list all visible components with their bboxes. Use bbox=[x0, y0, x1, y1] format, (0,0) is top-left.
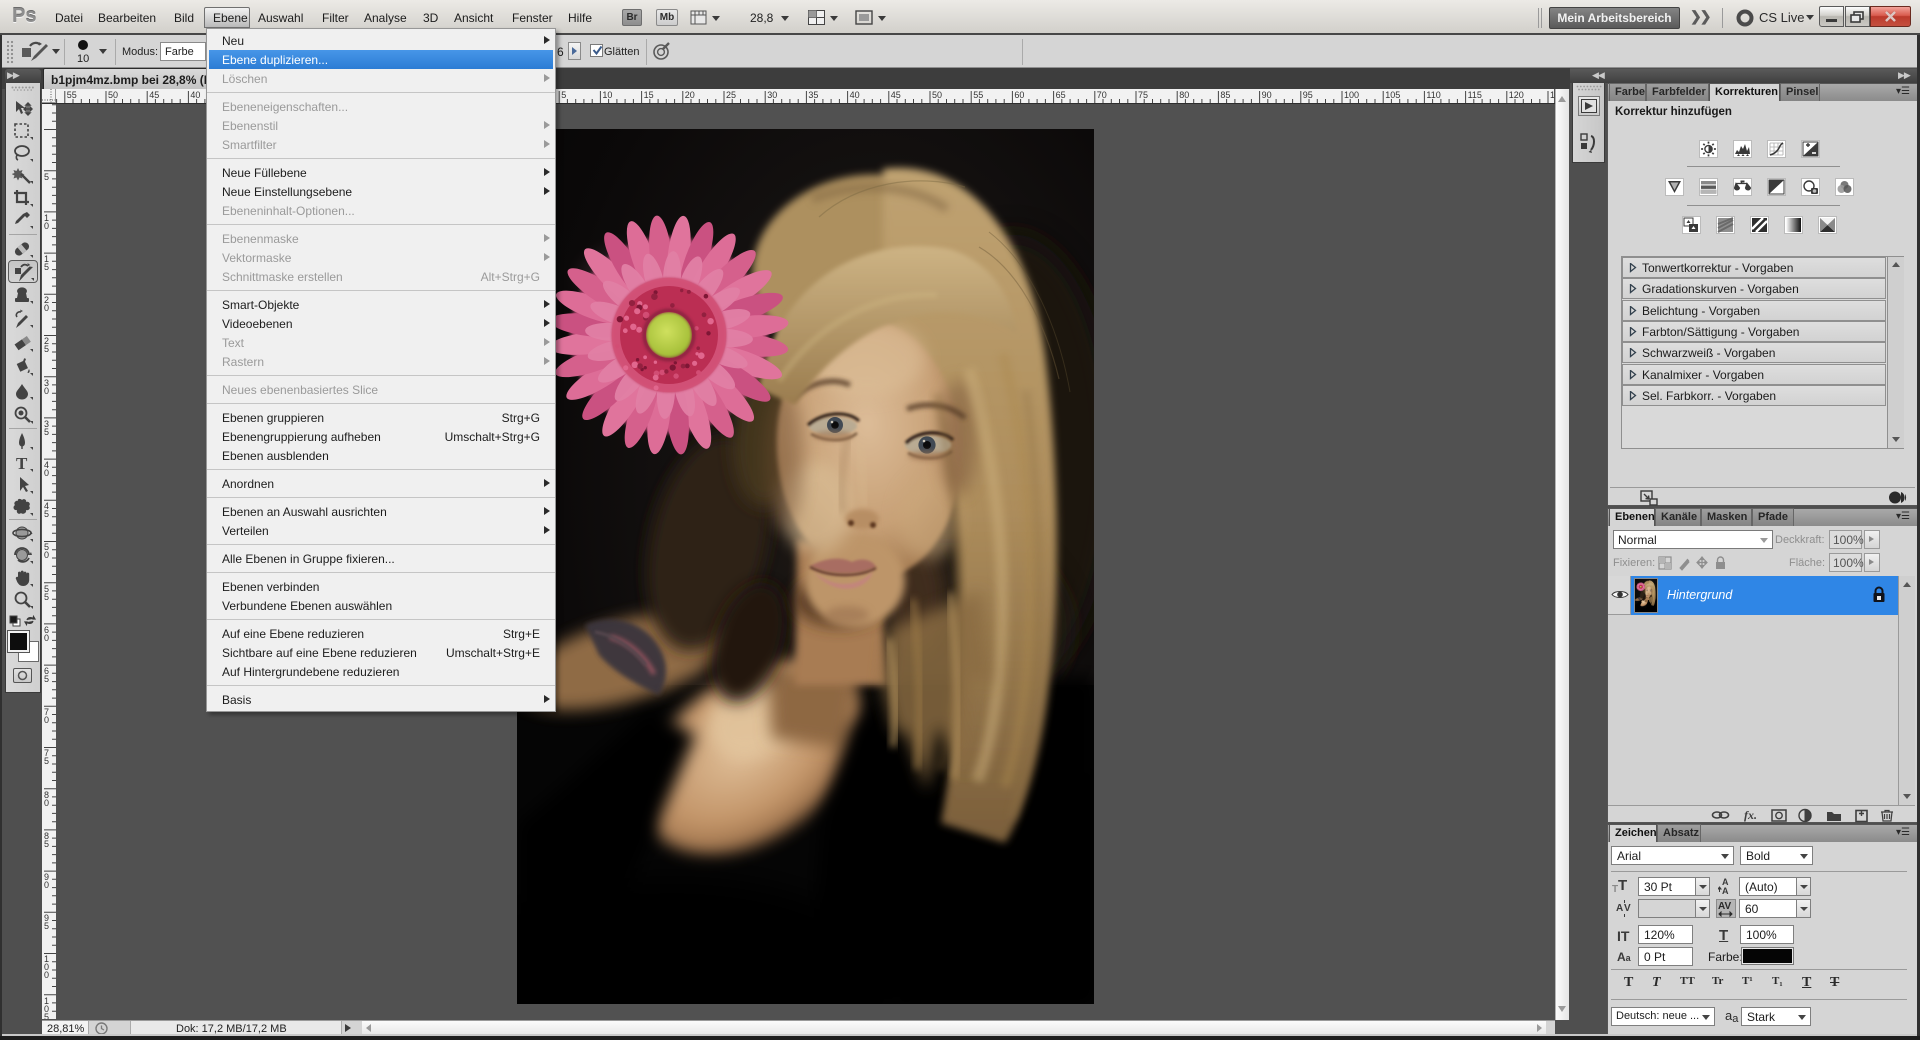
svg-text:5: 5 bbox=[44, 427, 49, 437]
svg-text:125: 125 bbox=[1550, 90, 1554, 100]
svg-text:70: 70 bbox=[1097, 90, 1107, 100]
svg-text:0: 0 bbox=[44, 798, 49, 808]
svg-text:50: 50 bbox=[108, 90, 118, 100]
svg-text:55: 55 bbox=[973, 90, 983, 100]
svg-text:10: 10 bbox=[602, 90, 612, 100]
svg-text:120: 120 bbox=[1509, 90, 1524, 100]
svg-text:0: 0 bbox=[44, 550, 49, 560]
svg-text:5: 5 bbox=[44, 262, 49, 272]
svg-text:45: 45 bbox=[149, 90, 159, 100]
svg-text:85: 85 bbox=[1220, 90, 1230, 100]
svg-text:0: 0 bbox=[44, 880, 49, 890]
svg-text:5: 5 bbox=[44, 921, 49, 931]
svg-text:0: 0 bbox=[44, 468, 49, 478]
svg-text:0: 0 bbox=[44, 633, 49, 643]
svg-text:115: 115 bbox=[1468, 90, 1482, 100]
svg-text:45: 45 bbox=[891, 90, 901, 100]
svg-text:40: 40 bbox=[850, 90, 860, 100]
svg-text:95: 95 bbox=[1303, 90, 1313, 100]
svg-text:V: V bbox=[1624, 903, 1631, 914]
svg-text:fx.: fx. bbox=[1744, 808, 1757, 822]
svg-text:5: 5 bbox=[44, 172, 49, 182]
svg-text:90: 90 bbox=[1262, 90, 1272, 100]
svg-text:0: 0 bbox=[44, 970, 49, 980]
svg-text:80: 80 bbox=[1179, 90, 1189, 100]
svg-text:25: 25 bbox=[726, 90, 736, 100]
svg-text:50: 50 bbox=[932, 90, 942, 100]
svg-text:40: 40 bbox=[190, 90, 200, 100]
svg-text:5: 5 bbox=[44, 592, 49, 602]
svg-text:A: A bbox=[1722, 886, 1729, 895]
svg-text:5: 5 bbox=[44, 1012, 49, 1019]
svg-text:T: T bbox=[16, 454, 28, 473]
svg-text:30: 30 bbox=[767, 90, 777, 100]
svg-text:35: 35 bbox=[808, 90, 818, 100]
svg-text:5: 5 bbox=[44, 674, 49, 684]
svg-text:60: 60 bbox=[1014, 90, 1024, 100]
svg-text:5: 5 bbox=[44, 839, 49, 849]
svg-text:5: 5 bbox=[561, 90, 566, 100]
svg-text:15: 15 bbox=[644, 90, 654, 100]
svg-text:0: 0 bbox=[44, 715, 49, 725]
svg-text:5: 5 bbox=[44, 756, 49, 766]
svg-text:65: 65 bbox=[1056, 90, 1066, 100]
svg-text:5: 5 bbox=[44, 509, 49, 519]
svg-text:5: 5 bbox=[44, 344, 49, 354]
svg-text:0: 0 bbox=[44, 303, 49, 313]
svg-text:105: 105 bbox=[1385, 90, 1400, 100]
svg-text:0: 0 bbox=[44, 221, 49, 231]
svg-text:100: 100 bbox=[1344, 90, 1359, 100]
svg-text:75: 75 bbox=[1138, 90, 1148, 100]
svg-text:110: 110 bbox=[1426, 90, 1440, 100]
svg-text:55: 55 bbox=[67, 90, 77, 100]
svg-text:0: 0 bbox=[44, 386, 49, 396]
svg-text:A: A bbox=[1616, 903, 1623, 914]
svg-text:20: 20 bbox=[685, 90, 695, 100]
